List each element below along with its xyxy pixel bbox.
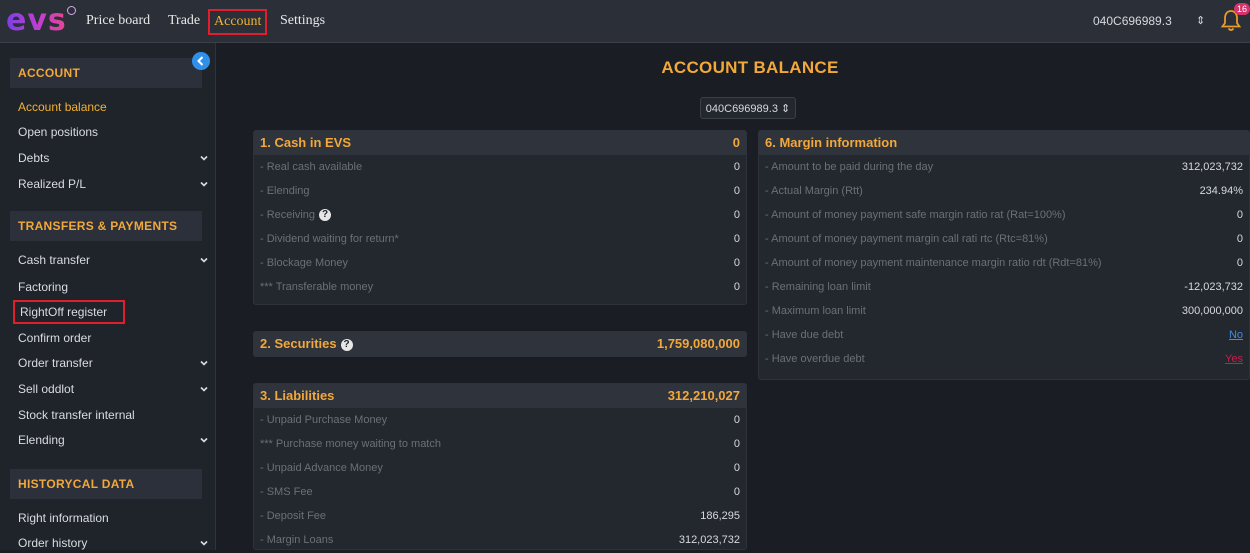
sidebar-section-transfers: TRANSFERS & PAYMENTS: [10, 211, 202, 241]
chevron-down-icon[interactable]: [199, 538, 209, 548]
margin-panel: 6. Margin information - Amount to be pai…: [758, 130, 1250, 380]
chevron-down-icon[interactable]: [199, 358, 209, 368]
sidebar-section-account: ACCOUNT: [10, 58, 202, 88]
list-item: *** Purchase money waiting to match 0: [260, 438, 740, 450]
list-item: - SMS Fee 0: [260, 486, 740, 498]
overdue-debt-link[interactable]: Yes: [1225, 347, 1243, 371]
sidebar-item-stock-transfer-internal[interactable]: Stock transfer internal: [18, 405, 213, 425]
liabilities-panel-total: 312,210,027: [667, 388, 740, 403]
chevron-down-icon[interactable]: [199, 435, 209, 445]
page-title: ACCOUNT BALANCE: [661, 58, 839, 77]
list-item: - Elending 0: [260, 185, 740, 197]
chevron-down-icon[interactable]: [199, 153, 209, 163]
chevron-down-icon[interactable]: [199, 179, 209, 189]
margin-panel-header: 6. Margin information: [759, 131, 1249, 155]
list-item: - Amount of money payment maintenance ma…: [765, 257, 1243, 269]
liabilities-panel-header: 3. Liabilities 312,210,027: [254, 384, 746, 408]
sidebar-section-history: HISTORYCAL DATA: [10, 469, 202, 499]
securities-panel-title: 2. Securities: [260, 336, 337, 351]
help-icon[interactable]: ?: [319, 209, 332, 222]
cash-panel-header: 1. Cash in EVS 0: [254, 131, 746, 155]
due-debt-link[interactable]: No: [1229, 323, 1243, 347]
chevron-down-icon[interactable]: [199, 255, 209, 265]
chevron-down-icon[interactable]: [199, 384, 209, 394]
cash-panel-title: 1. Cash in EVS: [260, 135, 352, 150]
list-item: - Amount of money payment safe margin ra…: [765, 209, 1243, 221]
list-item: - Unpaid Advance Money 0: [260, 462, 740, 474]
sidebar-item-open-positions[interactable]: Open positions: [18, 122, 213, 142]
logo-ring-mark: [67, 6, 76, 15]
list-item: - Amount of money payment margin call ra…: [765, 233, 1243, 245]
liabilities-panel: 3. Liabilities 312,210,027 - Unpaid Purc…: [253, 383, 747, 550]
nav-account[interactable]: Account: [208, 9, 268, 35]
nav-price-board[interactable]: Price board: [86, 10, 150, 32]
list-item: - Dividend waiting for return* 0: [260, 233, 740, 245]
select-caret-icon: ⇕: [781, 103, 791, 115]
list-item: - Maximum loan limit 300,000,000: [765, 305, 1243, 317]
securities-panel-header: 2. Securities? 1,759,080,000: [254, 332, 746, 356]
sidebar-item-order-transfer[interactable]: Order transfer: [18, 353, 213, 373]
sort-caret-icon[interactable]: ⇕: [1196, 11, 1205, 31]
liabilities-panel-title: 3. Liabilities: [260, 388, 335, 403]
list-item: - Real cash available 0: [260, 161, 740, 173]
sidebar-item-confirm-order[interactable]: Confirm order: [18, 328, 213, 348]
list-item: - Blockage Money 0: [260, 257, 740, 269]
sidebar-item-right-information[interactable]: Right information: [18, 508, 213, 528]
sidebar-item-sell-oddlot[interactable]: Sell oddlot: [18, 379, 213, 399]
sidebar-item-debts[interactable]: Debts: [18, 148, 213, 168]
list-item: - Amount to be paid during the day 312,02…: [765, 161, 1243, 173]
help-icon[interactable]: ?: [340, 338, 353, 351]
sidebar-item-factoring[interactable]: Factoring: [18, 277, 213, 297]
sidebar-item-rightoff-register[interactable]: RightOff register: [13, 300, 125, 324]
account-selector[interactable]: 040C696989.3: [1093, 11, 1172, 31]
account-select-dropdown[interactable]: 040C696989.3 ⇕: [700, 97, 796, 119]
sidebar-item-order-history[interactable]: Order history: [18, 533, 213, 553]
collapse-sidebar-icon[interactable]: [192, 52, 210, 70]
account-select-value: 040C696989.3: [705, 103, 778, 115]
list-item: - Receiving? 0: [260, 209, 740, 222]
evs-logo[interactable]: evs: [6, 4, 67, 38]
sidebar-item-realized-pl[interactable]: Realized P/L: [18, 174, 213, 194]
sidebar-item-cash-transfer[interactable]: Cash transfer: [18, 250, 213, 270]
top-navigation-bar: evs Price board Trade Account Settings 0…: [0, 0, 1250, 43]
list-item: - Actual Margin (Rtt) 234.94%: [765, 185, 1243, 197]
sidebar-item-elending[interactable]: Elending: [18, 430, 213, 450]
sidebar: ACCOUNT Account balance Open positions D…: [0, 43, 216, 550]
list-item: - Margin Loans 312,023,732: [260, 534, 740, 546]
list-item: - Have overdue debt Yes: [759, 347, 1249, 371]
list-item: - Remaining loan limit -12,023,732: [765, 281, 1243, 293]
notification-badge: 16: [1234, 3, 1250, 15]
list-item: *** Transferable money 0: [260, 281, 740, 293]
securities-panel-total: 1,759,080,000: [656, 336, 740, 351]
list-item: - Unpaid Purchase Money 0: [260, 414, 740, 426]
nav-settings[interactable]: Settings: [280, 10, 325, 32]
list-item: - Have due debt No: [759, 323, 1249, 347]
sidebar-item-account-balance[interactable]: Account balance: [18, 97, 213, 117]
nav-trade[interactable]: Trade: [168, 10, 200, 32]
securities-panel: 2. Securities? 1,759,080,000: [253, 331, 747, 357]
cash-panel-total: 0: [732, 135, 740, 150]
margin-panel-title: 6. Margin information: [765, 135, 898, 150]
cash-panel: 1. Cash in EVS 0 - Real cash available 0 …: [253, 130, 747, 305]
list-item: - Deposit Fee 186,295: [260, 510, 740, 522]
